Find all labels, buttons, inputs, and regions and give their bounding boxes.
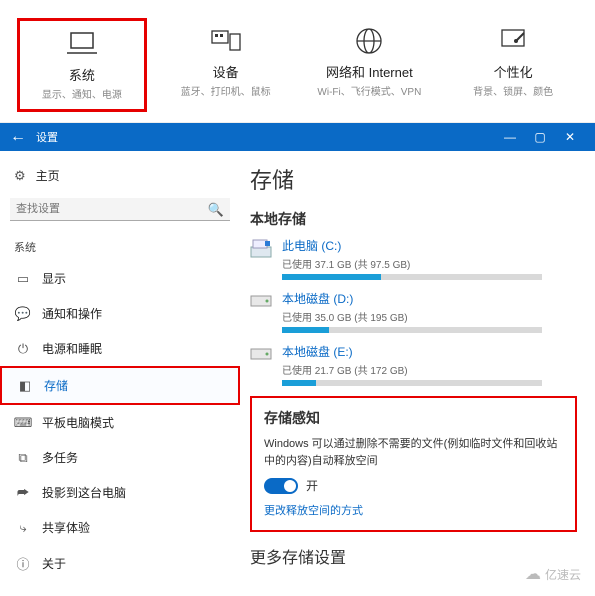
sidebar-item-label: 共享体验 [42,519,90,536]
local-storage-heading: 本地存储 [250,209,577,229]
category-title: 系统 [69,65,95,84]
sidebar-item-label: 多任务 [42,449,78,466]
watermark: ☁ 亿速云 [525,564,581,584]
sidebar-item-notifications[interactable]: 💬 通知和操作 [0,296,240,331]
category-sub: 蓝牙、打印机、鼠标 [181,83,271,98]
settings-categories: 系统 显示、通知、电源 设备 蓝牙、打印机、鼠标 网络和 Internet Wi… [0,0,595,123]
laptop-icon [64,29,100,59]
power-icon: ⏻ [14,341,32,357]
storage-sense-heading: 存储感知 [264,408,563,428]
sidebar-item-storage[interactable]: ◧ 存储 [0,366,240,405]
storage-sense-toggle[interactable] [264,478,298,494]
storage-sense-box: 存储感知 Windows 可以通过删除不需要的文件(例如临时文件和回收站中的内容… [250,396,577,532]
brush-icon [495,26,531,56]
sidebar-item-label: 通知和操作 [42,305,102,322]
search-icon: 🔍 [208,202,224,218]
toggle-label: 开 [306,477,318,494]
home-label: 主页 [36,167,60,184]
drive-usage: 已使用 35.0 GB (共 195 GB) [282,309,577,324]
search-wrap: 🔍 [10,198,230,221]
minimize-button[interactable]: — [495,130,525,144]
sidebar-item-label: 关于 [42,555,66,572]
sidebar-item-tablet[interactable]: ⌨ 平板电脑模式 [0,405,240,440]
search-input[interactable] [10,198,230,221]
category-sub: 显示、通知、电源 [42,86,122,101]
notifications-icon: 💬 [14,306,32,322]
drive-d-icon [250,292,272,310]
sidebar-item-shared[interactable]: ⤷ 共享体验 [0,510,240,545]
sidebar-section-label: 系统 [0,235,240,261]
sidebar-item-label: 平板电脑模式 [42,414,114,431]
page-heading: 存储 [250,163,577,195]
maximize-button[interactable]: ▢ [525,130,555,144]
category-title: 个性化 [494,62,533,81]
sidebar-item-power[interactable]: ⏻ 电源和睡眠 [0,331,240,366]
sidebar-item-label: 显示 [42,270,66,287]
tablet-icon: ⌨ [14,415,32,431]
multitask-icon: ⧉ [14,450,32,466]
share-icon: ⤷ [14,520,32,536]
drive-c-icon [250,239,272,257]
sidebar-item-multitask[interactable]: ⧉ 多任务 [0,440,240,475]
sidebar-item-about[interactable]: ⓘ 关于 [0,545,240,582]
globe-icon [351,26,387,56]
storage-sense-toggle-row: 开 [264,477,563,494]
storage-icon: ◧ [16,378,34,394]
category-sub: 背景、锁屏、颜色 [473,83,553,98]
category-sub: Wi-Fi、飞行模式、VPN [317,83,421,98]
gear-icon: ⚙ [14,168,26,184]
sidebar: ⚙ 主页 🔍 系统 ▭ 显示 💬 通知和操作 ⏻ 电源和睡眠 ◧ 存储 ⌨ 平板… [0,151,240,596]
drive-bar [282,327,542,333]
drive-bar [282,274,542,280]
drive-row[interactable]: 本地磁盘 (D:) 已使用 35.0 GB (共 195 GB) [250,290,577,333]
watermark-text: 亿速云 [545,566,581,583]
drive-usage: 已使用 21.7 GB (共 172 GB) [282,362,577,377]
sidebar-item-label: 投影到这台电脑 [42,484,126,501]
change-free-space-link[interactable]: 更改释放空间的方式 [264,502,563,518]
info-icon: ⓘ [14,554,32,573]
category-system[interactable]: 系统 显示、通知、电源 [17,18,147,112]
sidebar-item-label: 存储 [44,377,68,394]
drive-name: 此电脑 (C:) [282,237,577,254]
content-pane: 存储 本地存储 此电脑 (C:) 已使用 37.1 GB (共 97.5 GB)… [240,151,595,596]
project-icon: ⮫ [14,485,32,501]
sidebar-item-project[interactable]: ⮫ 投影到这台电脑 [0,475,240,510]
devices-icon [208,26,244,56]
category-devices[interactable]: 设备 蓝牙、打印机、鼠标 [161,18,291,112]
drive-row[interactable]: 此电脑 (C:) 已使用 37.1 GB (共 97.5 GB) [250,237,577,280]
category-network[interactable]: 网络和 Internet Wi-Fi、飞行模式、VPN [304,18,434,112]
category-title: 设备 [213,62,239,81]
drive-e-icon [250,345,272,363]
drive-name: 本地磁盘 (E:) [282,343,577,360]
home-link[interactable]: ⚙ 主页 [0,161,240,190]
drive-bar [282,380,542,386]
drive-row[interactable]: 本地磁盘 (E:) 已使用 21.7 GB (共 172 GB) [250,343,577,386]
cloud-icon: ☁ [525,564,541,584]
window-title: 设置 [36,129,495,145]
back-button[interactable]: ← [10,128,26,146]
drive-usage: 已使用 37.1 GB (共 97.5 GB) [282,256,577,271]
window-titlebar: ← 设置 — ▢ ✕ [0,123,595,151]
display-icon: ▭ [14,271,32,287]
category-personalization[interactable]: 个性化 背景、锁屏、颜色 [448,18,578,112]
drive-name: 本地磁盘 (D:) [282,290,577,307]
sidebar-item-label: 电源和睡眠 [42,340,102,357]
close-button[interactable]: ✕ [555,130,585,144]
storage-sense-desc: Windows 可以通过删除不需要的文件(例如临时文件和回收站中的内容)自动释放… [264,436,563,469]
sidebar-item-display[interactable]: ▭ 显示 [0,261,240,296]
category-title: 网络和 Internet [326,62,413,81]
main-area: ⚙ 主页 🔍 系统 ▭ 显示 💬 通知和操作 ⏻ 电源和睡眠 ◧ 存储 ⌨ 平板… [0,151,595,596]
